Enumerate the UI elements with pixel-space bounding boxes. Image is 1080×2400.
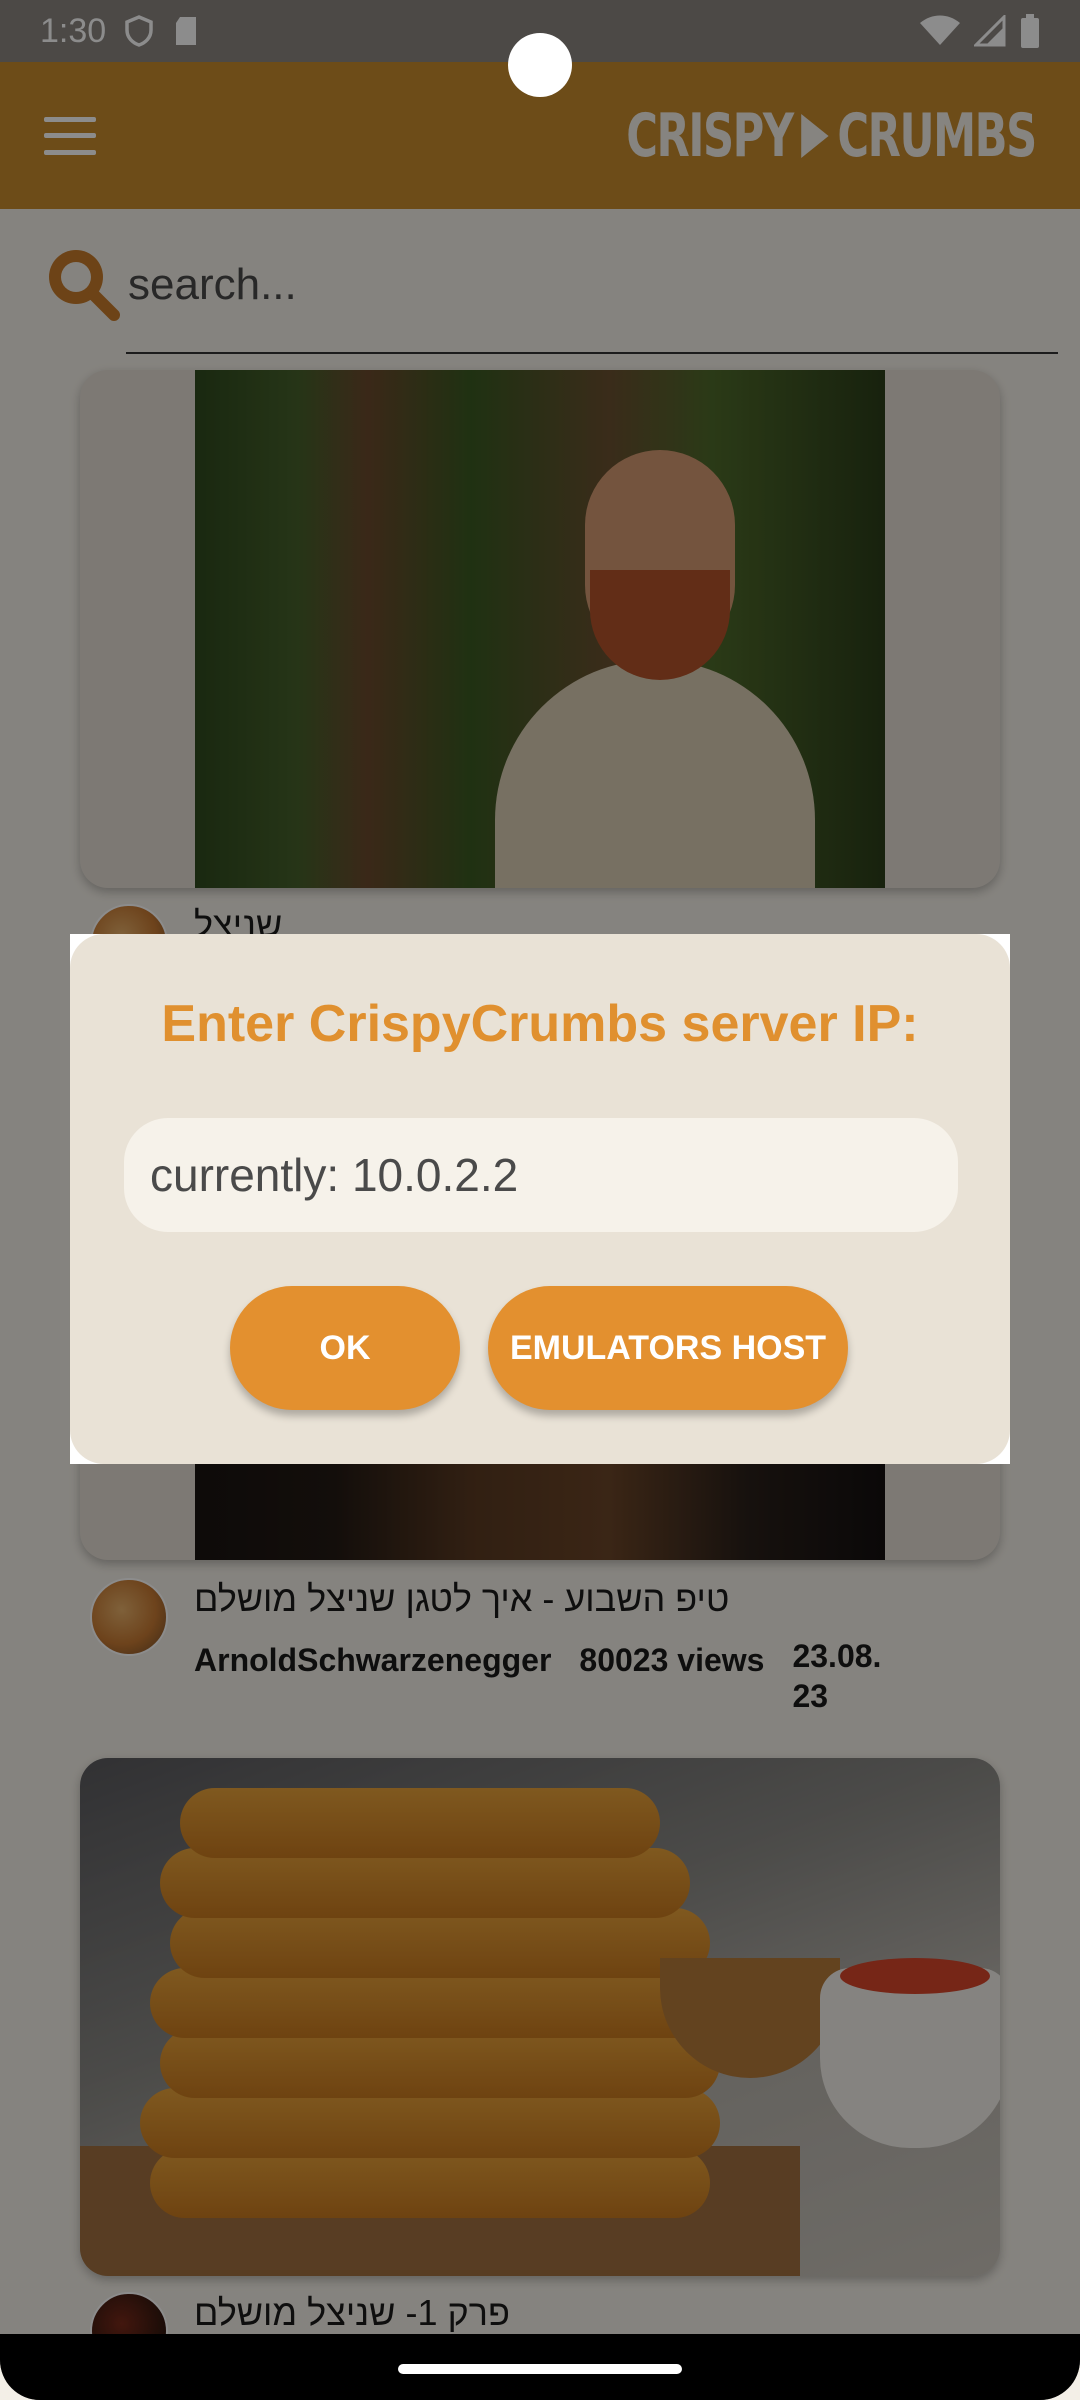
dialog-body: Enter CrispyCrumbs server IP: OK EMULATO… — [70, 934, 1010, 1464]
server-ip-dialog: Enter CrispyCrumbs server IP: OK EMULATO… — [70, 934, 1010, 1464]
server-ip-input[interactable] — [124, 1118, 958, 1232]
screen: 1:30 CRISPY CRUMBS search... שניצל טיפ ה… — [0, 0, 1080, 2400]
home-gesture-handle[interactable] — [398, 2364, 682, 2374]
ok-button[interactable]: OK — [230, 1286, 460, 1410]
camera-cutout — [508, 33, 572, 97]
navigation-bar — [0, 2334, 1080, 2400]
dialog-title: Enter CrispyCrumbs server IP: — [161, 995, 919, 1053]
emulators-host-button[interactable]: EMULATORS HOST — [488, 1286, 848, 1410]
